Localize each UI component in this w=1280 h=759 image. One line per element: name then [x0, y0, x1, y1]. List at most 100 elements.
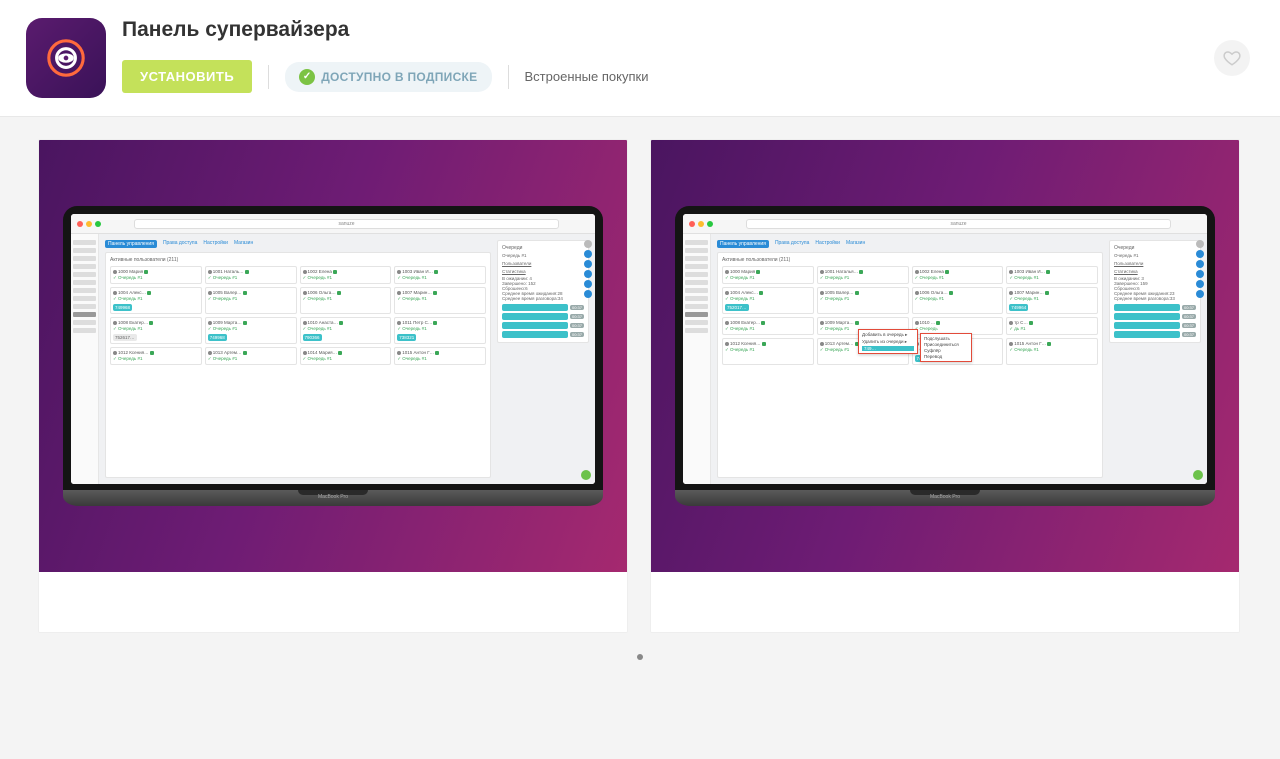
agent-card: 1001 Наталь…✓ Очередь #1 [205, 266, 297, 284]
agent-card: 1002 Елена✓ Очередь #1 [300, 266, 392, 284]
traffic-max-icon [95, 221, 101, 227]
queues-title: Очереди [1114, 245, 1196, 251]
laptop-mockup: sanuze [63, 206, 603, 506]
agent-card: 1007 Марин…✓ Очередь #1 [394, 287, 486, 314]
queue-call-row: 00:37 [1114, 304, 1196, 311]
screenshot-card[interactable]: sanuze [650, 139, 1240, 633]
fab-icon [1193, 470, 1203, 480]
url-bar: sanuze [134, 219, 559, 229]
context-item: Удалить из очереди ▸ [862, 339, 914, 345]
context-item: Суфлёр [924, 348, 968, 353]
agent-card: 1012 Ксения…✓ Очередь #1 [110, 347, 202, 365]
agent-card: 1015 Антон Г…✓ Очередь #1 [394, 347, 486, 365]
traffic-max-icon [707, 221, 713, 227]
tab-control-panel: Панель управления [717, 240, 769, 248]
queue-call-row: 00:37 [502, 322, 584, 329]
queues-title: Очереди [502, 245, 584, 251]
agent-card: 1006 Ольга…✓ Очередь #1 [300, 287, 392, 314]
queue-call-row: 00:37 [1114, 313, 1196, 320]
check-icon: ✓ [299, 69, 315, 85]
agent-card: 1005 Валер…✓ Очередь #1 [205, 287, 297, 314]
tab-control-panel: Панель управления [105, 240, 157, 248]
divider [268, 65, 269, 89]
agent-card: 1011 Петр С…✓ Очередь #1738321 [394, 317, 486, 344]
stat-line: Среднее время разговора:33 [1114, 296, 1196, 301]
browser-chrome: sanuze [71, 214, 595, 234]
app-title: Панель супервайзера [122, 18, 1198, 42]
queue-call-row: 00:37 [1114, 322, 1196, 329]
subscription-badge-label: ДОСТУПНО В ПОДПИСКЕ [321, 70, 477, 84]
context-item: 749… [862, 346, 914, 351]
divider [508, 65, 509, 89]
tab-store: Магазин [846, 240, 865, 248]
traffic-close-icon [77, 221, 83, 227]
url-bar: sanuze [746, 219, 1171, 229]
sidebar [71, 234, 99, 484]
laptop-brand: MacBook Pro [930, 494, 960, 500]
fab-icon [581, 470, 591, 480]
agent-card: 1015 Антон Г…✓ Очередь #1 [1006, 338, 1098, 365]
context-item: Подслушать [924, 336, 968, 341]
tab-store: Магазин [234, 240, 253, 248]
agent-card: 1008 Екатер…✓ Очередь #1752617… [110, 317, 202, 344]
agent-card: 1003 Иван И…✓ Очередь #1 [1006, 266, 1098, 284]
context-item: Добавить в очередь ▸ [862, 332, 914, 338]
tab-settings: Настройки [203, 240, 228, 248]
queue-row: Очередь #1 [502, 253, 584, 258]
context-submenu: ПодслушатьПрисоединитьсяСуфлёрПеревод [920, 333, 972, 362]
subscription-badge: ✓ ДОСТУПНО В ПОДПИСКЕ [285, 62, 491, 92]
agent-card: 1008 Екатер…✓ Очередь #1 [722, 317, 814, 335]
inapp-purchases-label: Встроенные покупки [525, 69, 649, 84]
agent-card: 1004 Алекс…✓ Очередь #1752017… [722, 287, 814, 314]
active-users-title: Активные пользователи (211) [110, 257, 486, 263]
laptop-brand: MacBook Pro [318, 494, 348, 500]
queue-call-row: 00:37 [502, 304, 584, 311]
agent-card: 1014 Мария…✓ Очередь #1 [300, 347, 392, 365]
agent-card: 1005 Валер…✓ Очередь #1 [817, 287, 909, 314]
favorite-button[interactable] [1214, 40, 1250, 76]
browser-chrome: sanuze [683, 214, 1207, 234]
pager-dot[interactable] [637, 654, 643, 660]
app-icon [26, 18, 106, 98]
queue-call-row: 00:37 [502, 331, 584, 338]
active-users-title: Активные пользователи (211) [722, 257, 1098, 263]
agent-card: 1012 Ксения…✓ Очередь #1 [722, 338, 814, 365]
context-item: Присоединиться [924, 342, 968, 347]
agent-card: 1013 Артем…✓ Очередь #1 [205, 347, 297, 365]
screenshot-card[interactable]: sanuze [38, 139, 628, 633]
agent-card: 1001 Наталья…✓ Очередь #1 [817, 266, 909, 284]
traffic-min-icon [86, 221, 92, 227]
agent-card: 1004 Алекс…✓ Очередь #1749968 [110, 287, 202, 314]
install-button[interactable]: УСТАНОВИТЬ [122, 60, 252, 93]
sidebar [683, 234, 711, 484]
agent-card: 1010 Анаста…✓ Очередь #1790366 [300, 317, 392, 344]
agent-card: 1007 Марин…✓ Очередь #1749964 [1006, 287, 1098, 314]
tab-access: Права доступа [775, 240, 809, 248]
queue-row: Очередь #1 [1114, 253, 1196, 258]
gallery-pager [0, 643, 1280, 685]
users-link: Пользователи [1114, 261, 1196, 266]
bubble-nav [1196, 240, 1204, 298]
queue-call-row: 00:37 [1114, 331, 1196, 338]
agent-card: 1003 Иван И…✓ Очередь #1 [394, 266, 486, 284]
bubble-nav [584, 240, 592, 298]
heart-icon [1223, 49, 1241, 67]
queue-call-row: 00:37 [502, 313, 584, 320]
agent-card: 1000 Мария✓ Очередь #1 [722, 266, 814, 284]
screenshot-gallery: sanuze [0, 117, 1280, 643]
stats-link: Статистика [1114, 269, 1196, 274]
stat-line: Среднее время разговора:34 [502, 296, 584, 301]
traffic-close-icon [689, 221, 695, 227]
traffic-min-icon [698, 221, 704, 227]
agent-card: тр С…✓ дь #1 [1006, 317, 1098, 335]
agent-card: 1009 Марта…✓ Очередь #1749968 [205, 317, 297, 344]
laptop-mockup: sanuze [675, 206, 1215, 506]
tab-settings: Настройки [815, 240, 840, 248]
users-link: Пользователи [502, 261, 584, 266]
agent-card: 1002 Елена✓ Очередь #1 [912, 266, 1004, 284]
app-header: Панель супервайзера УСТАНОВИТЬ ✓ ДОСТУПН… [0, 0, 1280, 117]
app-tabs: Панель управления Права доступа Настройк… [717, 240, 1103, 248]
context-menu: Добавить в очередь ▸Удалить из очереди ▸… [858, 329, 918, 354]
agent-card: 1006 Ольга…✓ Очередь #1 [912, 287, 1004, 314]
context-item: Перевод [924, 354, 968, 359]
